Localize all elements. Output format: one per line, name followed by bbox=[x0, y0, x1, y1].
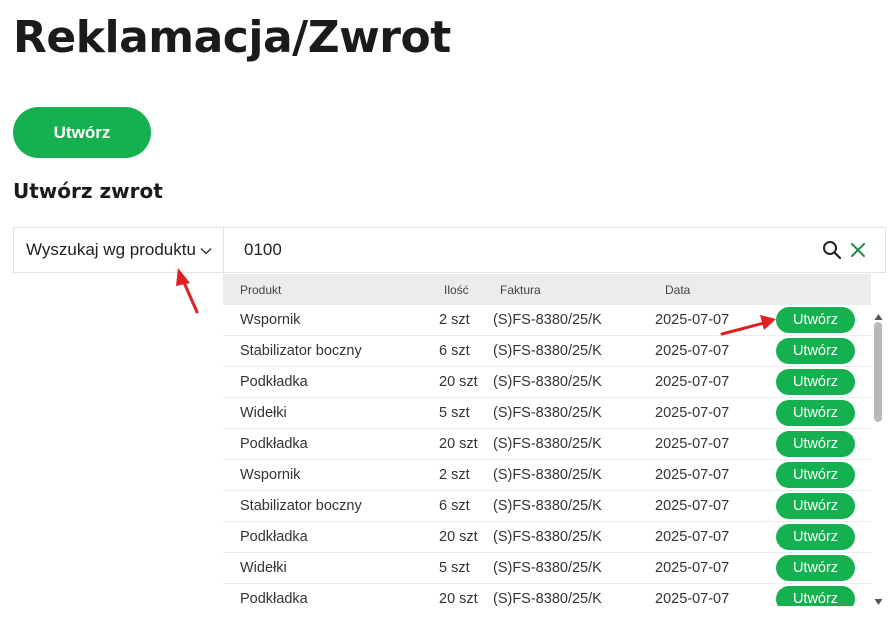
date-cell: 2025-07-07 bbox=[655, 428, 776, 460]
row-create-button[interactable]: Utwórz bbox=[776, 400, 855, 426]
product-cell: Widełki bbox=[223, 397, 439, 429]
invoice-cell: (S)FS-8380/25/K bbox=[493, 490, 655, 522]
table-row: Podkładka 20 szt (S)FS-8380/25/K 2025-07-07… bbox=[223, 428, 871, 460]
search-mode-dropdown[interactable]: Wyszukaj wg produktu bbox=[13, 227, 223, 273]
quantity-cell: 20 szt bbox=[439, 366, 493, 398]
invoice-cell: (S)FS-8380/25/K bbox=[493, 521, 655, 553]
product-cell: Podkładka bbox=[223, 583, 439, 606]
action-cell: Utwórz bbox=[776, 428, 871, 460]
table-header-row: Produkt Ilość Faktura Data bbox=[223, 274, 871, 305]
action-cell: Utwórz bbox=[776, 552, 871, 584]
quantity-cell: 20 szt bbox=[439, 521, 493, 553]
date-cell: 2025-07-07 bbox=[655, 583, 776, 606]
row-create-button[interactable]: Utwórz bbox=[776, 555, 855, 581]
invoice-cell: (S)FS-8380/25/K bbox=[493, 552, 655, 584]
column-header-quantity: Ilość bbox=[439, 274, 493, 305]
table-row: Wspornik 2 szt (S)FS-8380/25/K 2025-07-07 Ut… bbox=[223, 305, 871, 336]
search-input[interactable] bbox=[224, 228, 804, 272]
product-cell: Stabilizator boczny bbox=[223, 335, 439, 367]
invoice-cell: (S)FS-8380/25/K bbox=[493, 583, 655, 606]
chevron-down-icon bbox=[200, 240, 212, 260]
results-table: Produkt Ilość Faktura Data Wspornik 2 szt… bbox=[223, 274, 871, 606]
column-header-date: Data bbox=[655, 274, 776, 305]
quantity-cell: 6 szt bbox=[439, 335, 493, 367]
search-icon[interactable] bbox=[822, 240, 842, 260]
date-cell: 2025-07-07 bbox=[655, 335, 776, 367]
scrollbar-thumb[interactable] bbox=[874, 322, 882, 422]
table-row: Widełki 5 szt (S)FS-8380/25/K 2025-07-07 Utw… bbox=[223, 397, 871, 429]
annotation-arrow-dropdown bbox=[176, 268, 199, 314]
product-cell: Widełki bbox=[223, 552, 439, 584]
action-cell: Utwórz bbox=[776, 583, 871, 606]
invoice-cell: (S)FS-8380/25/K bbox=[493, 366, 655, 398]
page-title: Reklamacja/Zwrot bbox=[13, 12, 451, 63]
action-cell: Utwórz bbox=[776, 335, 871, 367]
date-cell: 2025-07-07 bbox=[655, 521, 776, 553]
action-cell: Utwórz bbox=[776, 490, 871, 522]
quantity-cell: 2 szt bbox=[439, 459, 493, 491]
date-cell: 2025-07-07 bbox=[655, 552, 776, 584]
table-row: Widełki 5 szt (S)FS-8380/25/K 2025-07-07 Utw… bbox=[223, 552, 871, 584]
product-cell: Stabilizator boczny bbox=[223, 490, 439, 522]
row-create-button[interactable]: Utwórz bbox=[776, 338, 855, 364]
action-cell: Utwórz bbox=[776, 521, 871, 553]
date-cell: 2025-07-07 bbox=[655, 305, 776, 336]
invoice-cell: (S)FS-8380/25/K bbox=[493, 397, 655, 429]
create-button[interactable]: Utwórz bbox=[13, 107, 151, 158]
table-row: Podkładka 20 szt (S)FS-8380/25/K 2025-07-07… bbox=[223, 583, 871, 606]
row-create-button[interactable]: Utwórz bbox=[776, 524, 855, 550]
column-header-invoice: Faktura bbox=[493, 274, 655, 305]
scroll-up-arrow-icon[interactable] bbox=[874, 308, 883, 320]
search-box bbox=[223, 227, 886, 273]
scrollbar[interactable] bbox=[871, 306, 886, 606]
row-create-button[interactable]: Utwórz bbox=[776, 462, 855, 488]
action-cell: Utwórz bbox=[776, 459, 871, 491]
row-create-button[interactable]: Utwórz bbox=[776, 431, 855, 457]
row-create-button[interactable]: Utwórz bbox=[776, 493, 855, 519]
action-cell: Utwórz bbox=[776, 305, 871, 336]
table-row: Podkładka 20 szt (S)FS-8380/25/K 2025-07-07… bbox=[223, 521, 871, 553]
product-cell: Wspornik bbox=[223, 305, 439, 336]
date-cell: 2025-07-07 bbox=[655, 397, 776, 429]
product-cell: Podkładka bbox=[223, 521, 439, 553]
row-create-button[interactable]: Utwórz bbox=[776, 307, 855, 333]
row-create-button[interactable]: Utwórz bbox=[776, 586, 855, 606]
date-cell: 2025-07-07 bbox=[655, 490, 776, 522]
scroll-down-arrow-icon[interactable] bbox=[874, 593, 883, 605]
section-title: Utwórz zwrot bbox=[13, 179, 163, 203]
invoice-cell: (S)FS-8380/25/K bbox=[493, 335, 655, 367]
invoice-cell: (S)FS-8380/25/K bbox=[493, 305, 655, 336]
quantity-cell: 20 szt bbox=[439, 428, 493, 460]
quantity-cell: 2 szt bbox=[439, 305, 493, 336]
quantity-cell: 20 szt bbox=[439, 583, 493, 606]
search-mode-label: Wyszukaj wg produktu bbox=[26, 240, 196, 259]
date-cell: 2025-07-07 bbox=[655, 459, 776, 491]
quantity-cell: 5 szt bbox=[439, 552, 493, 584]
invoice-cell: (S)FS-8380/25/K bbox=[493, 459, 655, 491]
table-row: Podkładka 20 szt (S)FS-8380/25/K 2025-07-07… bbox=[223, 366, 871, 398]
column-header-product: Produkt bbox=[223, 274, 439, 305]
product-cell: Wspornik bbox=[223, 459, 439, 491]
product-cell: Podkładka bbox=[223, 366, 439, 398]
row-create-button[interactable]: Utwórz bbox=[776, 369, 855, 395]
table-row: Stabilizator boczny 6 szt (S)FS-8380/25/K 2… bbox=[223, 490, 871, 522]
close-icon[interactable] bbox=[848, 240, 868, 260]
invoice-cell: (S)FS-8380/25/K bbox=[493, 428, 655, 460]
column-header-action bbox=[776, 274, 871, 305]
quantity-cell: 5 szt bbox=[439, 397, 493, 429]
action-cell: Utwórz bbox=[776, 366, 871, 398]
date-cell: 2025-07-07 bbox=[655, 366, 776, 398]
quantity-cell: 6 szt bbox=[439, 490, 493, 522]
table-row: Wspornik 2 szt (S)FS-8380/25/K 2025-07-07 Ut… bbox=[223, 459, 871, 491]
results-table-container: Produkt Ilość Faktura Data Wspornik 2 szt… bbox=[223, 274, 871, 606]
product-cell: Podkładka bbox=[223, 428, 439, 460]
action-cell: Utwórz bbox=[776, 397, 871, 429]
table-row: Stabilizator boczny 6 szt (S)FS-8380/25/K 2… bbox=[223, 335, 871, 367]
